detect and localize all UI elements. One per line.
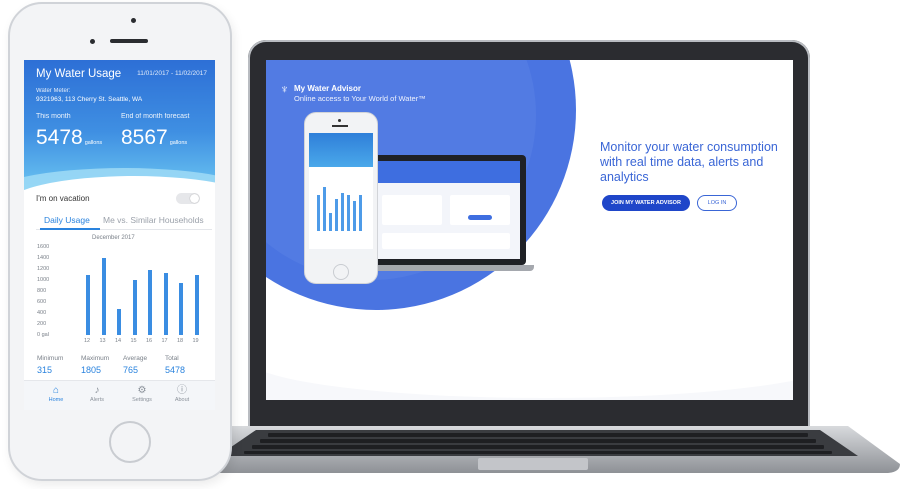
nav-home[interactable]: ⌂ Home <box>41 385 71 403</box>
vacation-label: I'm on vacation <box>36 194 90 203</box>
y-tick-label: 1600 <box>37 244 50 250</box>
bell-icon: ♪ <box>94 385 100 396</box>
stat-value-maximum: 1805 <box>81 365 102 375</box>
this-month-value: 5478 gallons <box>36 126 103 149</box>
daily-usage-chart: December 2017 1600 1400 1200 1000 800 600 400 2… <box>28 235 213 350</box>
x-tick-label: 19 <box>192 338 199 344</box>
hero-headline: Monitor your water consumption with real… <box>600 140 778 184</box>
x-tick-label: 16 <box>146 338 153 344</box>
stat-label-total: Total <box>165 355 179 362</box>
nav-about-label: About <box>174 397 190 403</box>
usage-bar[interactable] <box>194 274 199 335</box>
brand-title: My Water Advisor <box>294 84 361 93</box>
login-button[interactable]: LOG IN <box>697 195 737 211</box>
phone-sensor <box>90 39 95 44</box>
mini-laptop-illustration <box>366 155 526 265</box>
phone-home-button[interactable] <box>109 421 151 463</box>
usage-bar[interactable] <box>86 274 90 335</box>
phone-camera <box>131 18 136 23</box>
forecast-label: End of month forecast <box>121 113 190 120</box>
usage-bar[interactable] <box>117 308 121 335</box>
usage-bar[interactable] <box>101 258 106 335</box>
x-tick-label: 17 <box>161 338 168 344</box>
stat-label-maximum: Maximum <box>81 355 110 362</box>
stat-value-minimum: 315 <box>37 365 53 375</box>
x-tick-label: 18 <box>177 338 184 344</box>
tab-similar-households[interactable]: Me vs. Similar Households <box>103 215 204 225</box>
stat-label-minimum: Minimum <box>37 355 64 362</box>
bottom-nav: ⌂ Home ♪ Alerts ⚙ Settings ⓘ About <box>24 380 215 410</box>
stat-label-average: Average <box>123 355 148 362</box>
nav-settings-label: Settings <box>132 397 152 403</box>
laptop-screen: ♆ My Water Advisor Online access to Your… <box>266 60 793 400</box>
this-month-label: This month <box>36 113 71 120</box>
phone-app: My Water Usage 11/01/2017 - 11/02/2017 W… <box>24 60 215 410</box>
footer-band <box>266 318 793 400</box>
meter-address: 9321963, 113 Cherry St. Seattle, WA <box>36 96 143 103</box>
meter-label: Water Meter: <box>36 88 71 94</box>
nav-alerts-label: Alerts <box>89 397 105 403</box>
mini-phone-screen <box>309 133 373 259</box>
laptop-keyboard-base <box>168 426 900 473</box>
usage-bar[interactable] <box>163 272 168 335</box>
gear-icon: ⚙ <box>137 385 147 396</box>
x-tick-label: 14 <box>115 338 122 344</box>
stat-value-total: 5478 <box>165 365 186 375</box>
usage-header: My Water Usage 11/01/2017 - 11/02/2017 W… <box>24 60 215 228</box>
y-tick-label: 400 <box>37 310 47 316</box>
active-tab-indicator <box>40 228 100 230</box>
x-tick-label: 12 <box>84 338 91 344</box>
date-range[interactable]: 11/01/2017 - 11/02/2017 <box>137 70 207 77</box>
mini-laptop-screen <box>372 161 520 259</box>
nav-home-label: Home <box>48 397 64 403</box>
tab-daily-usage[interactable]: Daily Usage <box>44 215 90 225</box>
nav-settings[interactable]: ⚙ Settings <box>127 385 157 403</box>
mini-phone-illustration <box>304 112 378 284</box>
usage-bar[interactable] <box>132 280 137 335</box>
info-icon: ⓘ <box>177 385 187 396</box>
vacation-toggle[interactable] <box>176 193 200 204</box>
y-tick-label: 1400 <box>37 255 50 261</box>
y-tick-label: 200 <box>37 321 47 327</box>
unit-label: gallons <box>84 140 103 146</box>
phone-speaker <box>110 39 148 43</box>
join-button[interactable]: JOIN MY WATER ADVISOR <box>602 195 690 211</box>
y-tick-label: 800 <box>37 288 47 294</box>
app-title: My Water Usage <box>36 68 122 80</box>
y-tick-label: 1200 <box>37 266 50 272</box>
home-icon: ⌂ <box>52 385 60 396</box>
forecast-value: 8567 gallons <box>121 126 188 149</box>
header-wave <box>24 176 215 236</box>
usage-bar[interactable] <box>179 282 183 335</box>
nav-alerts[interactable]: ♪ Alerts <box>82 385 112 403</box>
y-tick-label: 600 <box>37 299 47 305</box>
nav-about[interactable]: ⓘ About <box>167 385 197 403</box>
y-tick-label: 0 gal <box>37 332 49 338</box>
unit-label: gallons <box>169 140 188 146</box>
brand: My Water Advisor Online access to Your W… <box>294 84 426 104</box>
mini-laptop-base <box>358 265 534 271</box>
brand-tagline: Online access to Your World of Water™ <box>294 94 426 103</box>
water-advisor-logo-icon: ♆ <box>280 82 289 96</box>
y-tick-label: 1000 <box>37 277 50 283</box>
x-tick-label: 13 <box>99 338 106 344</box>
usage-bar[interactable] <box>148 270 152 335</box>
chart-title: December 2017 <box>92 235 135 241</box>
x-tick-label: 15 <box>130 338 137 344</box>
stat-value-average: 765 <box>123 365 139 375</box>
